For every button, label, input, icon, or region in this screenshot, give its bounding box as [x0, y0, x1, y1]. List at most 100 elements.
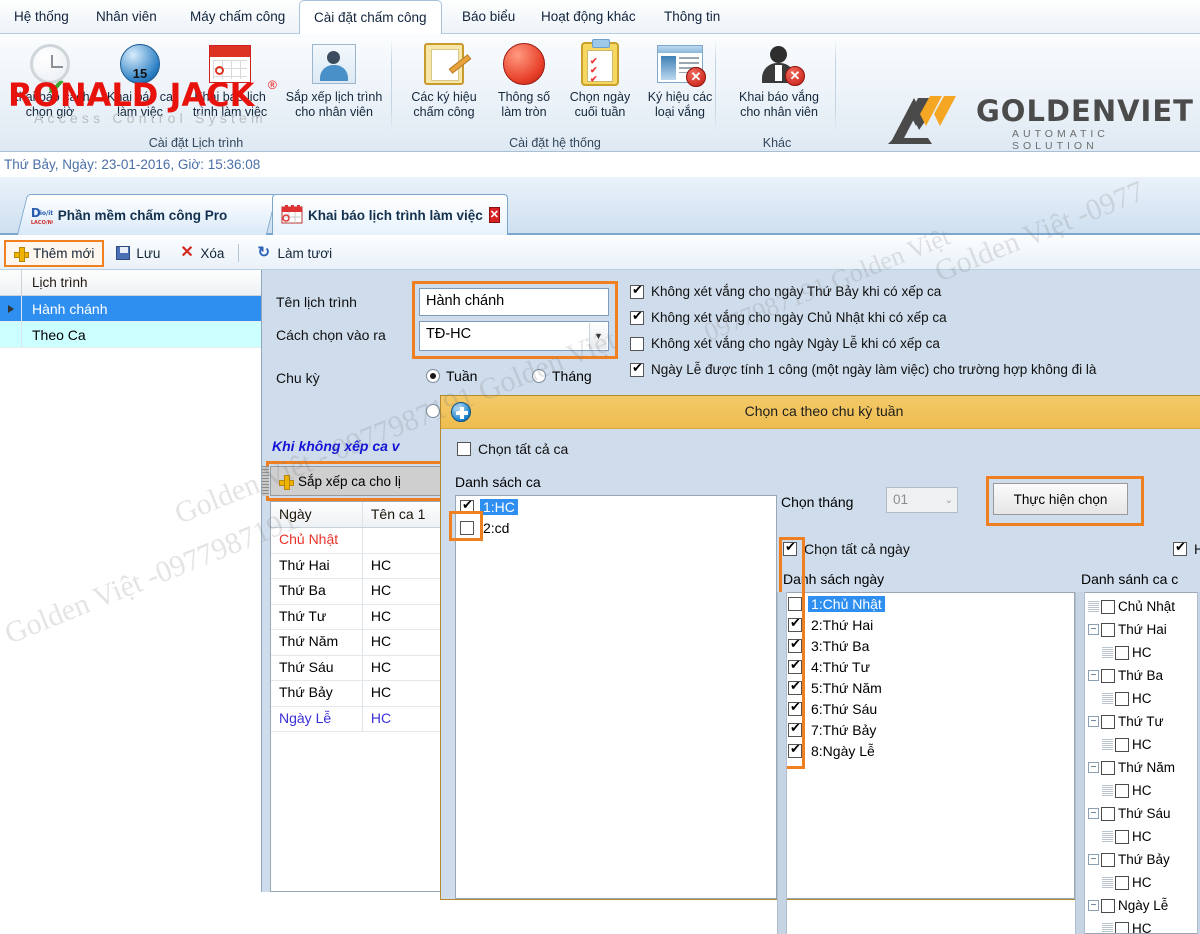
- right-select-all-checkbox[interactable]: H: [1173, 541, 1200, 557]
- collapse-minus-icon[interactable]: −: [1088, 854, 1099, 865]
- shift-list-item[interactable]: 1:HC: [456, 496, 776, 517]
- ribbon-button-ky-hieu-cac-loai-vang[interactable]: ✕ Ký hiệu cácloại vắng: [632, 38, 728, 138]
- delete-button[interactable]: ✕ Xóa: [172, 240, 232, 267]
- tree-node-ngay-le[interactable]: − Ngày Lễ: [1088, 894, 1200, 917]
- menu-item-hoat-dong-khac[interactable]: Hoạt động khác: [527, 0, 650, 34]
- table-row[interactable]: Chủ Nhật: [271, 528, 445, 554]
- tree-node-thu-sau[interactable]: − Thứ Sáu: [1088, 802, 1200, 825]
- collapse-minus-icon[interactable]: −: [1088, 762, 1099, 773]
- table-row[interactable]: Thứ Ba HC: [271, 579, 445, 605]
- tree-node-thu-hai[interactable]: − Thứ Hai: [1088, 618, 1200, 641]
- checkbox-icon[interactable]: [1115, 646, 1129, 660]
- menu-item-cai-dat-cham-cong[interactable]: Cài đặt chấm công: [299, 0, 442, 35]
- collapse-minus-icon[interactable]: −: [1088, 900, 1099, 911]
- schedule-list-row-theo-ca[interactable]: Theo Ca: [0, 322, 261, 348]
- radio-hidden-option[interactable]: [426, 404, 440, 418]
- day-list-item[interactable]: 1:Chủ Nhật: [784, 593, 1074, 614]
- checkbox-icon[interactable]: [630, 311, 644, 325]
- table-row[interactable]: Thứ Bảy HC: [271, 681, 445, 707]
- checkbox-icon[interactable]: [1101, 853, 1115, 867]
- checkbox-icon[interactable]: [457, 442, 471, 456]
- checkbox-icon[interactable]: [1101, 807, 1115, 821]
- ribbon-button-sap-xep-lich-trinh[interactable]: Sắp xếp lịch trìnhcho nhân viên: [278, 38, 390, 138]
- option-checkbox-ngay-le-1-cong[interactable]: Ngày Lễ được tính 1 công (một ngày làm v…: [630, 362, 1096, 377]
- close-icon[interactable]: ✕: [489, 207, 500, 223]
- radio-thang[interactable]: Tháng: [532, 368, 592, 384]
- schedule-name-input[interactable]: Hành chánh: [419, 288, 609, 316]
- day-list-item[interactable]: 4:Thứ Tư: [784, 656, 1074, 677]
- tree-child-hc[interactable]: HC: [1088, 871, 1200, 894]
- select-all-days-checkbox[interactable]: Chọn tất cả ngày: [783, 541, 910, 557]
- ribbon-button-khai-bao-vang[interactable]: ✕ Khai báo vắngcho nhân viên: [724, 38, 834, 138]
- checkbox-icon[interactable]: [1101, 715, 1115, 729]
- chevron-down-icon[interactable]: ▼: [589, 323, 607, 349]
- checkbox-icon[interactable]: [1115, 738, 1129, 752]
- vertical-splitter-left[interactable]: [777, 592, 787, 934]
- doc-tab-khai-bao-lich-trinh[interactable]: Khai báo lịch trình làm việc ✕: [272, 194, 508, 235]
- checkbox-icon[interactable]: [460, 500, 474, 514]
- option-checkbox-chu-nhat[interactable]: Không xét vắng cho ngày Chủ Nhật khi có …: [630, 310, 947, 325]
- day-list-item[interactable]: 8:Ngày Lễ: [784, 740, 1074, 761]
- day-list-item[interactable]: 3:Thứ Ba: [784, 635, 1074, 656]
- checkbox-icon[interactable]: [788, 660, 802, 674]
- chevron-down-icon[interactable]: ⌄: [945, 492, 953, 509]
- doc-tab-phan-mem-cham-cong[interactable]: D io/it LACO/NO Phần mềm chấm công Pro: [17, 194, 277, 235]
- shift-tree-panel[interactable]: Chủ Nhật − Thứ Hai HC − Thứ Ba: [1081, 592, 1200, 934]
- tree-child-hc[interactable]: HC: [1088, 641, 1200, 664]
- table-row[interactable]: Ngày Lễ HC: [271, 707, 445, 733]
- select-all-shifts-checkbox[interactable]: Chọn tất cả ca: [457, 441, 568, 457]
- day-list-item[interactable]: 6:Thứ Sáu: [784, 698, 1074, 719]
- menu-item-bao-bieu[interactable]: Báo biểu: [448, 0, 529, 34]
- checkbox-icon[interactable]: [1115, 922, 1129, 934]
- tree-child-hc[interactable]: HC: [1088, 917, 1200, 934]
- schedule-list-row-hanh-chanh[interactable]: Hành chánh: [0, 296, 261, 322]
- shift-listbox[interactable]: 1:HC 2:cd: [455, 495, 777, 899]
- tree-node-thu-ba[interactable]: − Thứ Ba: [1088, 664, 1200, 687]
- checkbox-icon[interactable]: [1101, 600, 1115, 614]
- tree-node-thu-nam[interactable]: − Thứ Năm: [1088, 756, 1200, 779]
- checkbox-icon[interactable]: [788, 618, 802, 632]
- shift-list-item[interactable]: 2:cd: [456, 517, 776, 538]
- tree-child-hc[interactable]: HC: [1088, 687, 1200, 710]
- day-listbox[interactable]: 1:Chủ Nhật 2:Thứ Hai 3:Thứ Ba 4:Thứ Tư 5…: [783, 592, 1075, 899]
- checkbox-icon[interactable]: [1115, 876, 1129, 890]
- tree-child-hc[interactable]: HC: [1088, 733, 1200, 756]
- checkbox-icon[interactable]: [783, 542, 797, 556]
- collapse-minus-icon[interactable]: −: [1088, 670, 1099, 681]
- collapse-minus-icon[interactable]: −: [1088, 808, 1099, 819]
- save-button[interactable]: Lưu: [108, 240, 168, 267]
- checkbox-icon[interactable]: [630, 337, 644, 351]
- tree-node-chu-nhat[interactable]: Chủ Nhật: [1088, 595, 1200, 618]
- menu-item-may-cham-cong[interactable]: Máy chấm công: [176, 0, 299, 34]
- checkbox-icon[interactable]: [1101, 669, 1115, 683]
- table-row[interactable]: Thứ Hai HC: [271, 554, 445, 580]
- tree-node-thu-tu[interactable]: − Thứ Tư: [1088, 710, 1200, 733]
- add-new-button[interactable]: Thêm mới: [4, 240, 104, 267]
- table-row[interactable]: Thứ Năm HC: [271, 630, 445, 656]
- checkbox-icon[interactable]: [1115, 784, 1129, 798]
- checkbox-icon[interactable]: [788, 681, 802, 695]
- tree-child-hc[interactable]: HC: [1088, 825, 1200, 848]
- refresh-button[interactable]: ↻ Làm tươi: [249, 240, 340, 267]
- menu-item-he-thong[interactable]: Hệ thống: [0, 0, 83, 34]
- tree-child-hc[interactable]: HC: [1088, 779, 1200, 802]
- checkbox-icon[interactable]: [1101, 899, 1115, 913]
- checkbox-icon[interactable]: [788, 723, 802, 737]
- ribbon-button-khai-bao-cach-chon-gio[interactable]: ✔ Khai báo cáchchọn giờ: [2, 38, 98, 138]
- option-checkbox-ngay-le[interactable]: Không xét vắng cho ngày Ngày Lễ khi có x…: [630, 336, 940, 351]
- checkbox-icon[interactable]: [1115, 830, 1129, 844]
- entry-mode-combo[interactable]: TĐ-HC ▼: [419, 321, 609, 351]
- table-row[interactable]: Thứ Tư HC: [271, 605, 445, 631]
- day-list-item[interactable]: 2:Thứ Hai: [784, 614, 1074, 635]
- checkbox-icon[interactable]: [1173, 542, 1187, 556]
- table-row[interactable]: Thứ Sáu HC: [271, 656, 445, 682]
- checkbox-icon[interactable]: [1101, 623, 1115, 637]
- arrange-shift-button[interactable]: Sắp xếp ca cho lị: [270, 466, 448, 496]
- checkbox-icon[interactable]: [788, 702, 802, 716]
- checkbox-icon[interactable]: [788, 597, 802, 611]
- checkbox-icon[interactable]: [788, 744, 802, 758]
- checkbox-icon[interactable]: [630, 363, 644, 377]
- collapse-minus-icon[interactable]: −: [1088, 716, 1099, 727]
- radio-tuan[interactable]: Tuần: [426, 368, 477, 384]
- menu-item-thong-tin[interactable]: Thông tin: [650, 0, 734, 34]
